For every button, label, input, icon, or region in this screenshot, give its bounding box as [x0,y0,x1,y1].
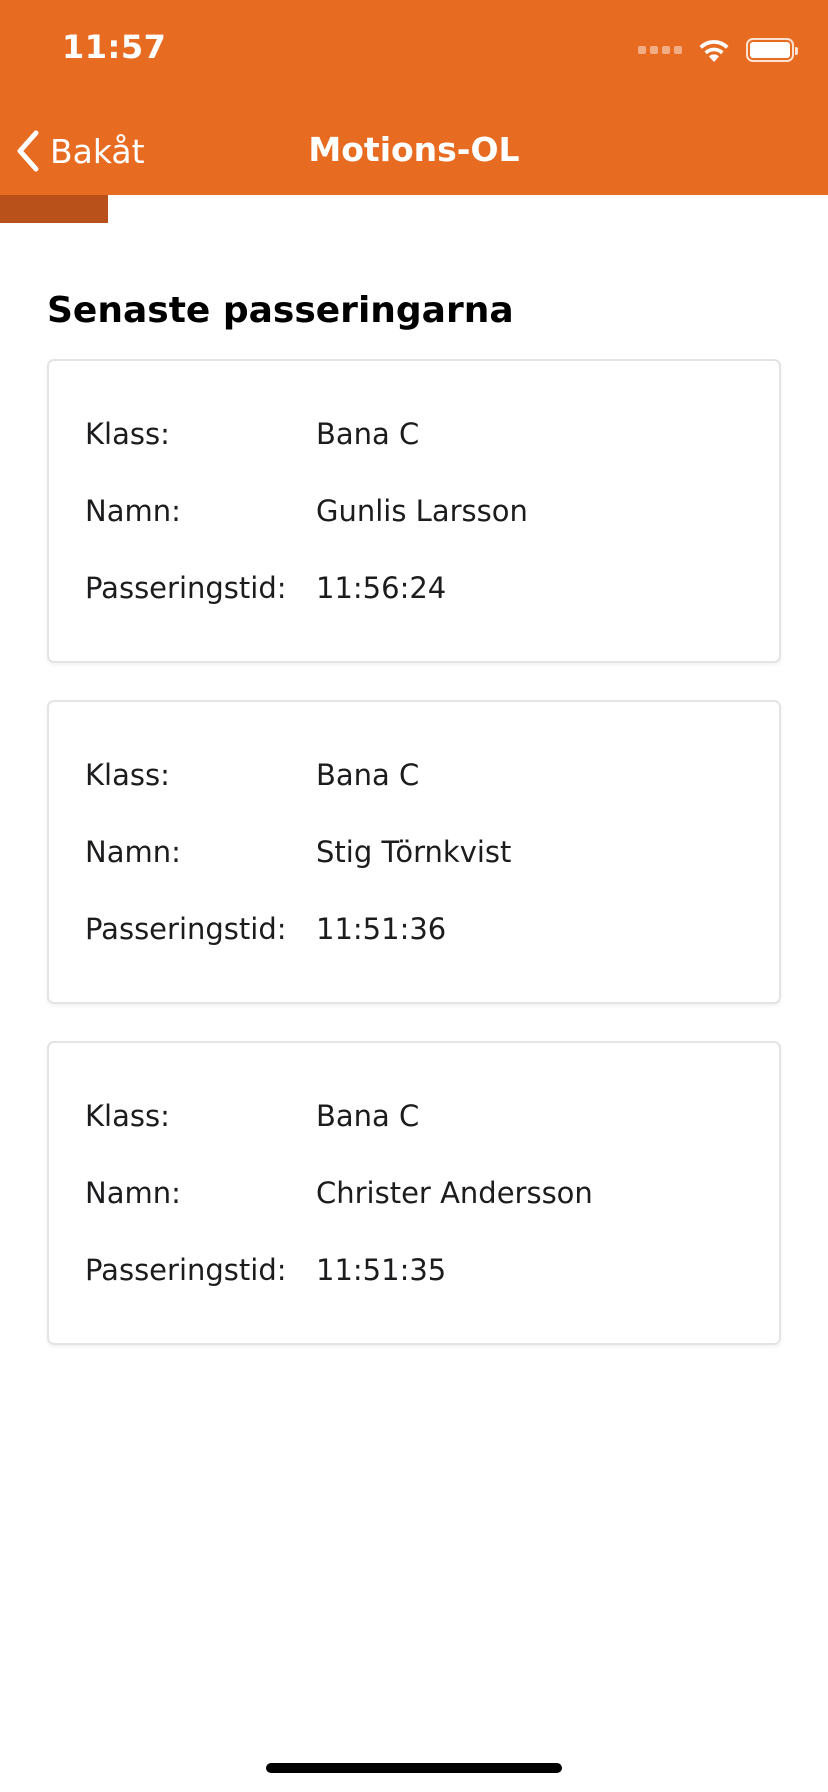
name-row: Namn: Stig Törnkvist [85,835,779,912]
class-label: Klass: [85,758,170,792]
passing-time-value: 11:56:24 [316,571,447,605]
wifi-icon [699,39,729,62]
passing-time-label: Passeringstid: [85,1253,287,1287]
name-row: Namn: Gunlis Larsson [85,494,779,571]
class-label: Klass: [85,1099,170,1133]
class-label: Klass: [85,417,170,451]
passing-card: Klass: Bana C Namn: Gunlis Larsson Passe… [47,359,781,663]
cellular-signal-icon [638,46,682,54]
battery-icon [746,38,798,62]
time-row: Passeringstid: 11:51:36 [85,912,779,989]
name-value: Gunlis Larsson [316,494,528,528]
progress-fill [0,195,108,223]
section-title: Senaste passeringarna [47,290,514,331]
class-row: Klass: Bana C [85,417,779,494]
page-title: Motions-OL [308,130,520,169]
class-row: Klass: Bana C [85,758,779,835]
passing-card: Klass: Bana C Namn: Christer Andersson P… [47,1041,781,1345]
name-label: Namn: [85,494,181,528]
name-value: Stig Törnkvist [316,835,512,869]
name-label: Namn: [85,835,181,869]
name-label: Namn: [85,1176,181,1210]
progress-bar [0,195,828,223]
app-header: 11:57 Bakåt Motions-OL [0,0,828,195]
name-row: Namn: Christer Andersson [85,1176,779,1253]
name-value: Christer Andersson [316,1176,593,1210]
passing-card: Klass: Bana C Namn: Stig Törnkvist Passe… [47,700,781,1004]
class-value: Bana C [316,1099,420,1133]
passings-list: Klass: Bana C Namn: Gunlis Larsson Passe… [47,359,781,1382]
home-indicator[interactable] [266,1763,562,1773]
status-time: 11:57 [62,28,167,66]
class-value: Bana C [316,417,420,451]
passing-time-value: 11:51:36 [316,912,447,946]
passing-time-value: 11:51:35 [316,1253,447,1287]
passing-time-label: Passeringstid: [85,912,287,946]
class-row: Klass: Bana C [85,1099,779,1176]
class-value: Bana C [316,758,420,792]
status-icons [638,34,798,66]
time-row: Passeringstid: 11:51:35 [85,1253,779,1330]
time-row: Passeringstid: 11:56:24 [85,571,779,648]
passing-time-label: Passeringstid: [85,571,287,605]
